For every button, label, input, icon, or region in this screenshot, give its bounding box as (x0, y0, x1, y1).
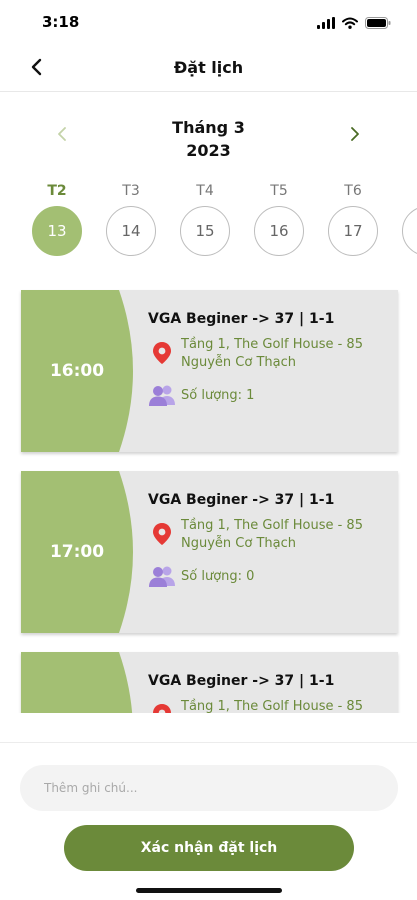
status-time: 3:18 (42, 13, 80, 31)
day-item-13[interactable]: T2 13 (32, 180, 82, 256)
day-item-partial[interactable] (402, 180, 417, 256)
day-of-week: T3 (122, 183, 140, 199)
day-item-17[interactable]: T6 17 (328, 180, 378, 256)
day-item-14[interactable]: T3 14 (106, 180, 156, 256)
chevron-right-icon (350, 126, 360, 146)
slot-card[interactable]: VGA Beginer -> 37 | 1-1 Tầng 1, The Golf… (21, 652, 398, 713)
slot-title: VGA Beginer -> 37 | 1-1 (148, 492, 335, 508)
slot-location: Tầng 1, The Golf House - 85 Nguyễn Cơ Th… (148, 336, 388, 376)
slot-list[interactable]: 16:00 VGA Beginer -> 37 | 1-1 Tầng 1, Th… (0, 285, 417, 713)
note-input[interactable] (20, 765, 398, 811)
slot-location-text: Tầng 1, The Golf House - 85 Nguyễn Cơ Th… (181, 518, 363, 551)
slot-quantity: Số lượng: 1 (148, 384, 388, 406)
people-icon (148, 384, 176, 410)
slot-card[interactable]: 17:00 VGA Beginer -> 37 | 1-1 Tầng 1, Th… (21, 471, 398, 633)
day-item-16[interactable]: T5 16 (254, 180, 304, 256)
slot-quantity: Số lượng: 0 (148, 565, 388, 587)
slot-location-text: Tầng 1, The Golf House - 85 (181, 699, 363, 713)
bottom-panel: Xác nhận đặt lịch (0, 742, 417, 900)
day-of-week: T2 (47, 183, 67, 199)
slot-info: VGA Beginer -> 37 | 1-1 Tầng 1, The Golf… (148, 310, 388, 406)
day-of-week: T4 (196, 183, 214, 199)
battery-icon (365, 14, 391, 33)
slot-quantity-text: Số lượng: 1 (181, 388, 255, 403)
location-pin-icon (152, 703, 172, 713)
people-icon (148, 565, 176, 591)
next-month-button[interactable] (343, 124, 367, 148)
slot-card[interactable]: 16:00 VGA Beginer -> 37 | 1-1 Tầng 1, Th… (21, 290, 398, 452)
page-title: Đặt lịch (173, 58, 244, 77)
slot-time (21, 652, 133, 713)
confirm-booking-button[interactable]: Xác nhận đặt lịch (64, 825, 354, 871)
day-of-week: T6 (344, 183, 362, 199)
slot-info: VGA Beginer -> 37 | 1-1 Tầng 1, The Golf… (148, 491, 388, 587)
slot-location: Tầng 1, The Golf House - 85 (148, 698, 388, 713)
slot-quantity-text: Số lượng: 0 (181, 569, 255, 584)
home-indicator (136, 888, 282, 893)
status-bar: 3:18 (0, 0, 417, 46)
day-number: 13 (32, 206, 82, 256)
day-number: 15 (180, 206, 230, 256)
slot-title: VGA Beginer -> 37 | 1-1 (148, 673, 335, 689)
slot-location-text: Tầng 1, The Golf House - 85 Nguyễn Cơ Th… (181, 337, 363, 370)
month-navigator: Tháng 3 2023 (0, 112, 417, 162)
slot-time: 17:00 (49, 542, 105, 562)
day-number: 14 (106, 206, 156, 256)
status-icons (317, 14, 391, 33)
slot-time: 16:00 (49, 361, 105, 381)
slot-title: VGA Beginer -> 37 | 1-1 (148, 311, 335, 327)
day-number: 17 (328, 206, 378, 256)
signal-icon (317, 14, 335, 33)
day-item-15[interactable]: T4 15 (180, 180, 230, 256)
day-of-week (402, 180, 417, 202)
app-header: Đặt lịch (0, 46, 417, 92)
slot-location: Tầng 1, The Golf House - 85 Nguyễn Cơ Th… (148, 517, 388, 557)
slot-info: VGA Beginer -> 37 | 1-1 Tầng 1, The Golf… (148, 672, 388, 713)
day-number (402, 206, 417, 256)
day-selector: T2 13 T3 14 T4 15 T5 16 T6 17 (0, 180, 417, 260)
wifi-icon (342, 14, 358, 33)
day-number: 16 (254, 206, 304, 256)
day-of-week: T5 (270, 183, 288, 199)
location-pin-icon (152, 341, 172, 369)
location-pin-icon (152, 522, 172, 550)
